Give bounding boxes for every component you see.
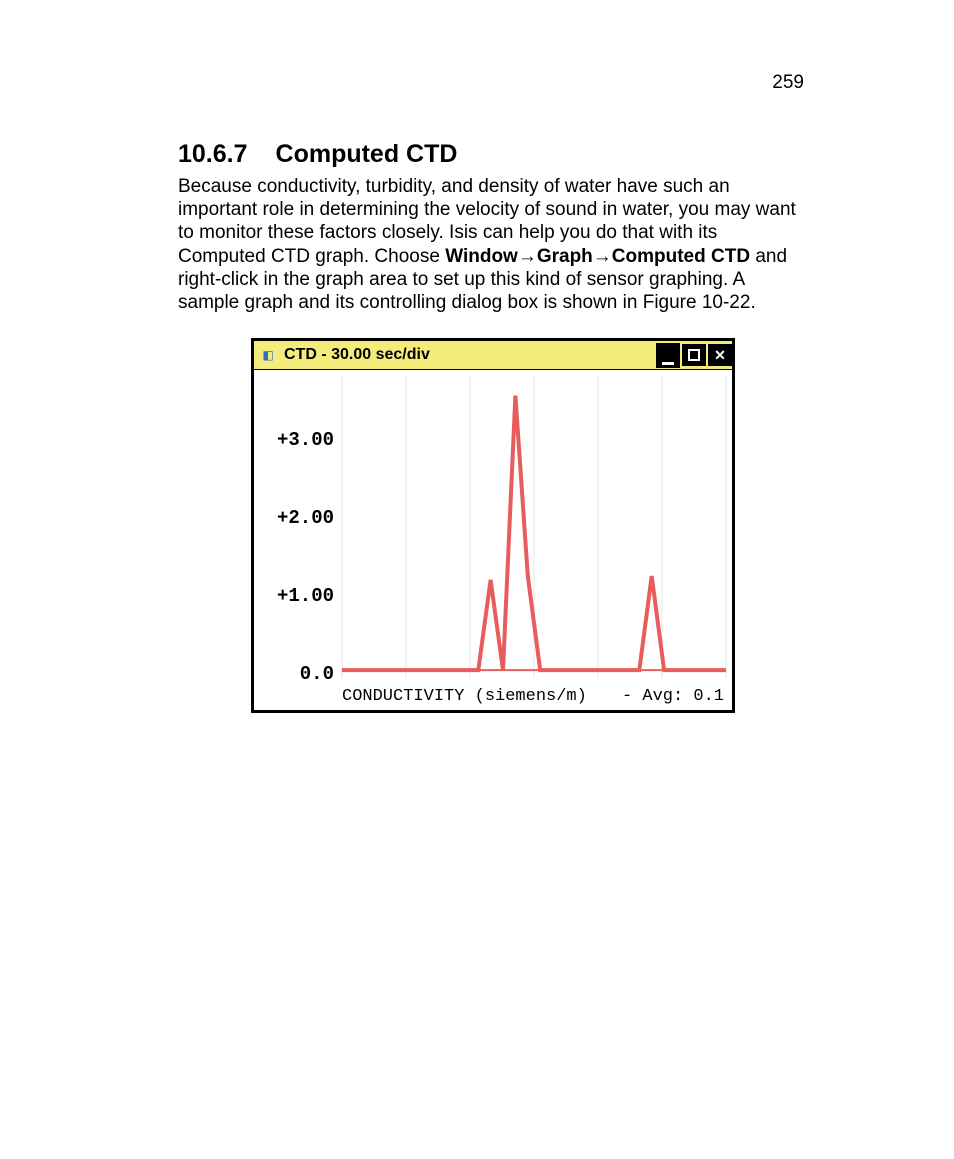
figure-wrap: ◧ CTD - 30.00 sec/div ✕ <box>178 338 808 713</box>
minimize-button[interactable] <box>656 343 680 368</box>
window-title: CTD - 30.00 sec/div <box>284 346 430 364</box>
x-axis-label-row: CONDUCTIVITY (siemens/m) - Avg: 0.1 <box>342 687 724 706</box>
ytick-3: +3.00 <box>264 429 334 451</box>
ytick-1: +1.00 <box>264 585 334 607</box>
titlebar[interactable]: ◧ CTD - 30.00 sec/div ✕ <box>254 341 732 370</box>
content-block: 10.6.7 Computed CTD Because conductivity,… <box>178 140 808 713</box>
plot-area[interactable]: +3.00 +2.00 +1.00 0.0 CONDUCTIVITY (siem… <box>254 370 732 710</box>
maximize-button[interactable] <box>682 344 706 366</box>
chart-svg <box>254 370 732 710</box>
body-paragraph: Because conductivity, turbidity, and den… <box>178 175 808 314</box>
title-sep: - <box>317 346 331 363</box>
heading-title: Computed CTD <box>276 140 458 168</box>
heading-number: 10.6.7 <box>178 140 248 169</box>
close-button[interactable]: ✕ <box>708 344 732 366</box>
ctd-window: ◧ CTD - 30.00 sec/div ✕ <box>251 338 735 713</box>
section-heading: 10.6.7 Computed CTD <box>178 140 808 169</box>
menu-path: Window→Graph→Computed CTD <box>445 246 750 267</box>
title-prefix: CTD <box>284 346 317 363</box>
ytick-2: +2.00 <box>264 507 334 529</box>
title-rate: 30.00 sec/div <box>331 346 430 363</box>
avg-annotation: - Avg: 0.1 <box>622 687 724 706</box>
app-icon: ◧ <box>258 346 278 364</box>
x-axis-label: CONDUCTIVITY (siemens/m) <box>342 687 587 706</box>
page-number: 259 <box>772 72 804 94</box>
ytick-0: 0.0 <box>264 663 334 685</box>
